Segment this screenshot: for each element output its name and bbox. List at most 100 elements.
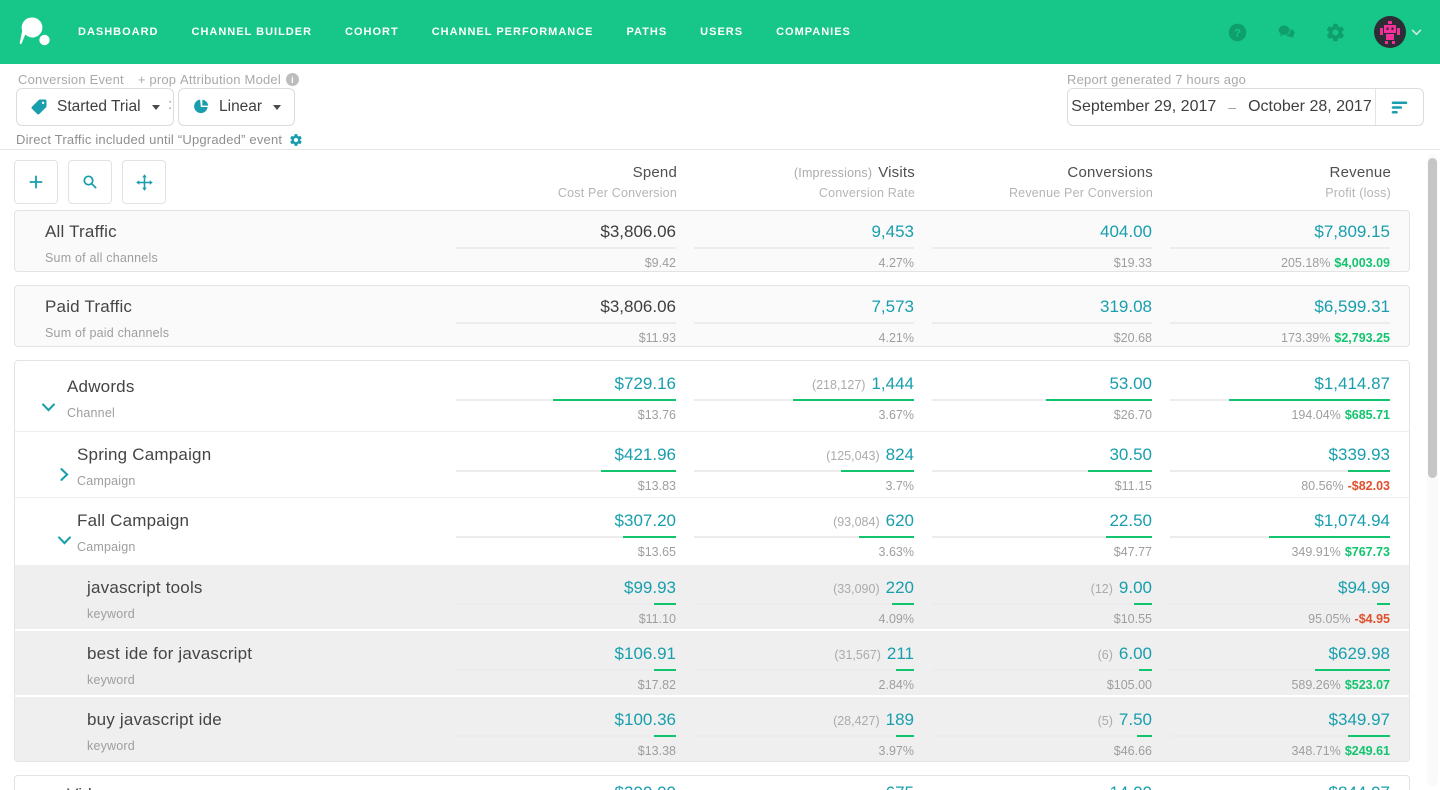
table-row[interactable]: best ide for javascript keyword $106.91 … (15, 629, 1409, 695)
spend-value[interactable]: $729.16 (615, 374, 676, 393)
revenue-cell: $844.97 (1152, 776, 1390, 790)
visits-value[interactable]: 675 (886, 783, 914, 790)
prop-label[interactable]: + prop (138, 72, 176, 87)
row-subtitle: Sum of all channels (45, 251, 438, 265)
info-icon[interactable]: i (286, 73, 299, 86)
revenue-value[interactable]: $1,414.87 (1314, 374, 1390, 393)
revenue-cell: $629.98 589.26%$523.07 (1152, 631, 1390, 695)
row-title: javascript tools (87, 578, 438, 598)
visits-value[interactable]: 211 (887, 644, 914, 663)
conversion-event-dropdown[interactable]: Started Trial (16, 88, 174, 126)
revenue-value[interactable]: $629.98 (1329, 644, 1390, 663)
spend-cell: $3,806.06 $9.42 (438, 211, 676, 271)
table-row[interactable]: javascript tools keyword $99.93 $11.10 (… (15, 563, 1409, 629)
conversions-value[interactable]: 319.08 (1100, 297, 1152, 316)
add-channel-button[interactable] (14, 160, 58, 204)
gear-icon[interactable] (1325, 22, 1346, 43)
nav-item-dashboard[interactable]: DASHBOARD (78, 26, 159, 38)
table-row[interactable]: Fall Campaign Campaign $307.20 $13.65 (9… (15, 497, 1409, 563)
table-row[interactable]: Paid Traffic Sum of paid channels $3,806… (15, 286, 1409, 346)
table-row[interactable]: Video $390.00 675 14.00 $844.97 (15, 776, 1409, 790)
table-row[interactable]: Spring Campaign Campaign $421.96 $13.83 … (15, 431, 1409, 497)
visits-cell: 7,573 4.21% (676, 286, 914, 346)
conversions-value[interactable]: 404.00 (1100, 222, 1152, 241)
share-bar (456, 536, 676, 538)
share-bar (1170, 399, 1390, 401)
share-bar (456, 470, 676, 472)
conversions-value[interactable]: 53.00 (1109, 374, 1152, 393)
visits-value[interactable]: 1,444 (871, 374, 914, 393)
visits-value[interactable]: 824 (886, 445, 914, 464)
row-name-column: Adwords Channel (15, 361, 438, 431)
nav-item-users[interactable]: USERS (700, 26, 743, 38)
date-filter-button[interactable] (1375, 89, 1423, 125)
visits-value[interactable]: 9,453 (871, 222, 914, 241)
user-menu[interactable] (1374, 16, 1422, 48)
spend-value[interactable]: $3,806.06 (600, 297, 676, 316)
revenue-value[interactable]: $1,074.94 (1314, 511, 1390, 530)
conversions-cell: 22.50 $47.77 (914, 498, 1152, 563)
revenue-cell: $1,074.94 349.91%$767.73 (1152, 498, 1390, 563)
spend-value[interactable]: $100.36 (615, 710, 676, 729)
revenue-value[interactable]: $94.99 (1338, 578, 1390, 597)
table-row[interactable]: Adwords Channel $729.16 $13.76 (218,127)… (15, 361, 1409, 431)
column-header-visits[interactable]: (Impressions)Visits Conversion Rate (677, 164, 915, 200)
move-button[interactable] (122, 160, 166, 204)
share-bar (694, 603, 914, 605)
revenue-value[interactable]: $339.93 (1329, 445, 1390, 464)
spend-value[interactable]: $99.93 (624, 578, 676, 597)
visits-value[interactable]: 220 (886, 578, 914, 597)
nav-item-cohort[interactable]: COHORT (345, 26, 399, 38)
spend-sub-value: $11.10 (639, 612, 676, 626)
attribution-logo-icon[interactable] (18, 14, 54, 50)
nav-item-paths[interactable]: PATHS (627, 26, 668, 38)
conversions-value[interactable]: 7.50 (1119, 710, 1152, 729)
spend-value[interactable]: $106.91 (615, 644, 676, 663)
date-end[interactable]: October 28, 2017 (1248, 98, 1372, 116)
column-header-revenue[interactable]: Revenue Profit (loss) (1153, 164, 1391, 200)
date-start[interactable]: September 29, 2017 (1071, 98, 1216, 116)
help-icon[interactable]: ? (1227, 22, 1248, 43)
chevron-down-icon[interactable] (58, 532, 71, 541)
nav-item-channel-builder[interactable]: CHANNEL BUILDER (192, 26, 313, 38)
column-header-conversions[interactable]: Conversions Revenue Per Conversion (915, 164, 1153, 200)
chevron-right-icon[interactable] (58, 466, 71, 475)
conversions-value[interactable]: 6.00 (1119, 644, 1152, 663)
chevron-down-icon[interactable] (42, 399, 55, 408)
conversions-value[interactable]: 22.50 (1109, 511, 1152, 530)
revenue-value[interactable]: $6,599.31 (1314, 297, 1390, 316)
row-subtitle: Sum of paid channels (45, 326, 438, 340)
profit-percent: 205.18% (1281, 256, 1330, 270)
attribution-model-dropdown[interactable]: Linear (178, 88, 295, 126)
chat-icon[interactable] (1276, 22, 1297, 43)
spend-value[interactable]: $390.00 (615, 783, 676, 790)
search-button[interactable] (68, 160, 112, 204)
profit-percent: 80.56% (1301, 479, 1343, 493)
conversions-value[interactable]: 9.00 (1119, 578, 1152, 597)
visits-value[interactable]: 620 (886, 511, 914, 530)
spend-value[interactable]: $3,806.06 (600, 222, 676, 241)
spend-sub-value: $13.83 (638, 479, 676, 493)
conversions-value[interactable]: 14.00 (1109, 783, 1152, 790)
conversions-value[interactable]: 30.50 (1109, 445, 1152, 464)
scrollbar-thumb[interactable] (1428, 158, 1437, 478)
date-range-values[interactable]: September 29, 2017 – October 28, 2017 (1068, 98, 1375, 116)
settings-gear-icon[interactable] (289, 133, 303, 147)
profit-percent: 194.04% (1291, 408, 1340, 422)
spend-value[interactable]: $421.96 (615, 445, 676, 464)
revenue-value[interactable]: $844.97 (1329, 783, 1390, 790)
spend-value[interactable]: $307.20 (615, 511, 676, 530)
table-row[interactable]: buy javascript ide keyword $100.36 $13.3… (15, 695, 1409, 761)
share-bar (1170, 603, 1390, 605)
nav-item-channel-performance[interactable]: CHANNEL PERFORMANCE (432, 26, 594, 38)
visits-cell: (28,427)189 3.97% (676, 697, 914, 761)
visits-value[interactable]: 189 (886, 710, 914, 729)
nav-item-companies[interactable]: COMPANIES (776, 26, 851, 38)
revenue-value[interactable]: $7,809.15 (1314, 222, 1390, 241)
avatar[interactable] (1374, 16, 1406, 48)
conversion-event-label-text: Conversion Event (18, 72, 124, 87)
revenue-value[interactable]: $349.97 (1329, 710, 1390, 729)
table-row[interactable]: All Traffic Sum of all channels $3,806.0… (15, 211, 1409, 271)
visits-value[interactable]: 7,573 (871, 297, 914, 316)
column-header-spend[interactable]: Spend Cost Per Conversion (439, 164, 677, 200)
